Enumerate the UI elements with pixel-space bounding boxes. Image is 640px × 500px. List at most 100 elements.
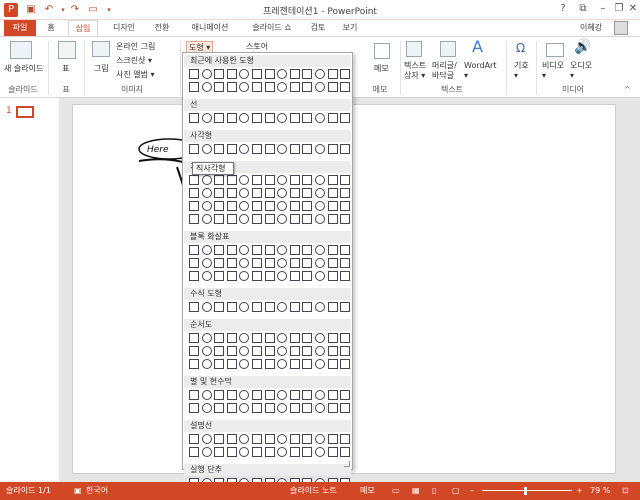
shape-option[interactable] — [189, 403, 199, 413]
fit-to-window-icon[interactable]: ⊡ — [622, 482, 629, 500]
online-picture-button[interactable]: 온라인 그림 — [116, 41, 155, 52]
shape-option[interactable] — [214, 245, 225, 255]
shape-option[interactable] — [226, 144, 237, 154]
shape-option[interactable] — [264, 214, 275, 224]
table-button[interactable]: 표 — [62, 63, 69, 74]
shape-option[interactable] — [315, 113, 325, 123]
shape-option[interactable] — [277, 82, 288, 92]
redo-icon[interactable]: ↷ — [68, 3, 82, 17]
shape-option[interactable] — [226, 333, 237, 343]
shape-option[interactable] — [277, 346, 288, 356]
shape-option[interactable] — [289, 271, 300, 281]
shape-option[interactable] — [201, 302, 212, 312]
slide-thumbnail[interactable] — [16, 106, 34, 118]
tab-view[interactable]: 보기 — [336, 20, 364, 36]
shape-option[interactable] — [302, 359, 313, 369]
shape-option[interactable] — [201, 434, 212, 444]
shape-option[interactable] — [189, 271, 199, 281]
shape-option[interactable] — [264, 346, 275, 356]
shape-option[interactable] — [340, 69, 351, 79]
wordart-icon[interactable]: A — [472, 37, 483, 56]
shape-option[interactable] — [327, 175, 338, 185]
picture-button[interactable]: 그림 — [94, 63, 109, 74]
shape-option[interactable] — [264, 69, 275, 79]
shape-option[interactable] — [289, 434, 300, 444]
audio-button[interactable]: 오디오 ▾ — [570, 61, 592, 81]
shape-option[interactable] — [201, 113, 212, 123]
shape-option[interactable] — [264, 82, 275, 92]
shape-option[interactable] — [289, 447, 300, 457]
symbol-button[interactable]: 기호 ▾ — [514, 61, 529, 81]
shape-option[interactable] — [327, 434, 338, 444]
shape-option[interactable] — [315, 175, 325, 185]
shape-option[interactable] — [264, 333, 275, 343]
collapse-ribbon-icon[interactable]: ^ — [624, 85, 631, 94]
zoom-out-icon[interactable]: – — [470, 482, 474, 500]
shape-option[interactable] — [302, 201, 313, 211]
shape-option[interactable] — [340, 434, 351, 444]
shape-option[interactable] — [189, 201, 199, 211]
reading-view-icon[interactable]: ▯ — [432, 482, 436, 500]
shape-option[interactable] — [302, 403, 313, 413]
shape-option[interactable] — [277, 302, 288, 312]
shape-option[interactable] — [289, 144, 300, 154]
shape-option[interactable] — [289, 258, 300, 268]
picture-icon[interactable] — [92, 41, 110, 57]
ribbon-display-icon[interactable]: ⧉ — [574, 2, 592, 16]
shape-option[interactable] — [201, 346, 212, 356]
shape-option[interactable] — [239, 201, 250, 211]
shape-option[interactable] — [264, 201, 275, 211]
shape-option[interactable] — [277, 333, 288, 343]
shape-option[interactable] — [289, 82, 300, 92]
shape-option[interactable] — [214, 403, 225, 413]
shape-option[interactable] — [239, 113, 250, 123]
shape-option[interactable] — [252, 245, 262, 255]
shape-option[interactable] — [201, 390, 212, 400]
shape-option[interactable] — [315, 188, 325, 198]
audio-icon[interactable]: 🔊 — [574, 39, 591, 55]
shape-option[interactable] — [327, 188, 338, 198]
shape-option[interactable] — [189, 245, 199, 255]
shape-option[interactable] — [226, 302, 237, 312]
shape-option[interactable] — [226, 175, 237, 185]
shape-option[interactable] — [277, 359, 288, 369]
shape-option[interactable] — [189, 434, 199, 444]
shape-option[interactable] — [214, 175, 225, 185]
shape-option[interactable] — [239, 333, 250, 343]
shape-option[interactable] — [315, 434, 325, 444]
shape-option[interactable] — [289, 201, 300, 211]
shape-option[interactable] — [302, 214, 313, 224]
shape-option[interactable] — [327, 333, 338, 343]
shape-option[interactable] — [201, 359, 212, 369]
shape-option[interactable] — [327, 82, 338, 92]
shape-option[interactable] — [252, 113, 262, 123]
shape-option[interactable] — [302, 188, 313, 198]
wordart-button[interactable]: WordArt ▾ — [464, 61, 496, 81]
shape-option[interactable] — [340, 82, 351, 92]
video-button[interactable]: 비디오 ▾ — [542, 61, 564, 81]
shape-option[interactable] — [214, 333, 225, 343]
language-label[interactable]: 한국어 — [86, 482, 108, 500]
shape-option[interactable] — [302, 447, 313, 457]
shape-option[interactable] — [327, 245, 338, 255]
shape-option[interactable] — [289, 188, 300, 198]
notes-button[interactable]: 슬라이드 노트 — [290, 482, 337, 500]
shape-option[interactable] — [239, 447, 250, 457]
shape-option[interactable] — [277, 175, 288, 185]
shape-option[interactable] — [226, 359, 237, 369]
shape-option[interactable] — [264, 175, 275, 185]
shape-option[interactable] — [302, 390, 313, 400]
shape-option[interactable] — [214, 214, 225, 224]
shape-option[interactable] — [327, 302, 338, 312]
shape-option[interactable] — [239, 69, 250, 79]
header-footer-button[interactable]: 머리글/ 바닥글 — [432, 61, 457, 81]
shape-option[interactable] — [327, 390, 338, 400]
shape-option[interactable] — [340, 258, 351, 268]
header-footer-icon[interactable] — [440, 41, 456, 57]
shape-option[interactable] — [302, 69, 313, 79]
shape-option[interactable] — [264, 447, 275, 457]
shape-option[interactable] — [315, 271, 325, 281]
shape-option[interactable] — [201, 214, 212, 224]
resize-handle-icon[interactable] — [344, 461, 350, 467]
shape-option[interactable] — [189, 144, 199, 154]
